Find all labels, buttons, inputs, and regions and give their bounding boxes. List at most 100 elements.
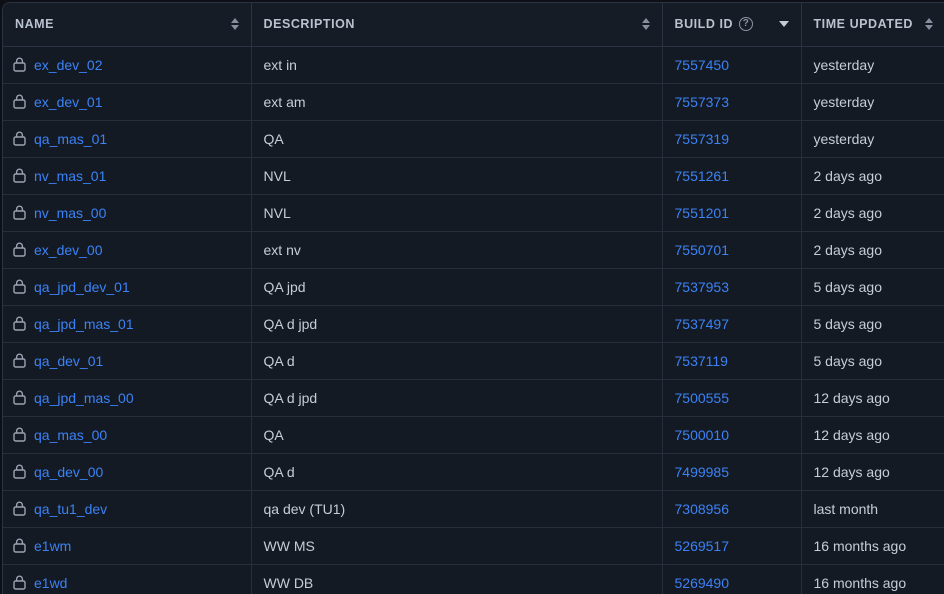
table-header: NAME DESCRIPTION BUILD ID ? TIME UPDATED [3,3,944,47]
cell-build-id: 7537497 [662,305,802,343]
repository-link[interactable]: e1wd [34,575,67,591]
table-body: ex_dev_02 ext in 7557450 yesterday ex_dev_01… [3,46,944,594]
repository-link[interactable]: ex_dev_02 [34,57,103,73]
table-row[interactable]: qa_tu1_dev qa dev (TU1) 7308956 last month [3,490,944,528]
repository-link[interactable]: ex_dev_00 [34,242,103,258]
cell-description: QA d [251,453,663,491]
cell-time-updated: yesterday [801,46,944,84]
sort-descending-icon-build-id[interactable] [778,21,789,28]
build-id-link[interactable]: 7308956 [675,501,730,517]
column-header-time-updated-label: TIME UPDATED [813,17,913,32]
data-table-container: NAME DESCRIPTION BUILD ID ? TIME UPDATED… [2,2,944,594]
cell-description: ext nv [251,231,663,269]
repository-link[interactable]: qa_mas_01 [34,131,107,147]
repository-link[interactable]: qa_jpd_mas_00 [34,390,134,406]
cell-description: QA d jpd [251,379,663,417]
cell-name: e1wm [3,527,252,565]
build-id-link[interactable]: 7500010 [675,427,730,443]
cell-description: QA [251,416,663,454]
cell-build-id: 7537953 [662,268,802,306]
column-header-description[interactable]: DESCRIPTION [251,3,663,47]
cell-description: QA [251,120,663,158]
sort-both-icon-time-updated[interactable] [925,18,933,31]
cell-name: qa_dev_00 [3,453,252,491]
cell-time-updated: 5 days ago [801,305,944,343]
cell-build-id: 7557319 [662,120,802,158]
repository-link[interactable]: qa_dev_00 [34,464,103,480]
lock-icon [13,316,26,331]
table-row[interactable]: qa_jpd_mas_00 QA d jpd 7500555 12 days ago [3,379,944,417]
column-header-name-label: NAME [15,17,55,32]
table-row[interactable]: qa_mas_01 QA 7557319 yesterday [3,120,944,158]
cell-time-updated: 2 days ago [801,194,944,232]
sort-both-icon-name[interactable] [230,18,239,31]
cell-build-id: 7550701 [662,231,802,269]
repository-link[interactable]: nv_mas_01 [34,168,106,184]
build-id-link[interactable]: 7537953 [675,279,730,295]
build-id-link[interactable]: 7557450 [675,57,730,73]
cell-build-id: 7557450 [662,46,802,84]
lock-icon [13,427,26,442]
repository-link[interactable]: qa_dev_01 [34,353,103,369]
lock-icon [13,131,26,146]
column-header-name[interactable]: NAME [3,3,252,47]
table-row[interactable]: nv_mas_00 NVL 7551201 2 days ago [3,194,944,232]
table-row[interactable]: qa_dev_00 QA d 7499985 12 days ago [3,453,944,491]
cell-build-id: 7551261 [662,157,802,195]
cell-description: NVL [251,157,663,195]
table-row[interactable]: qa_jpd_mas_01 QA d jpd 7537497 5 days ago [3,305,944,343]
cell-description: ext am [251,83,663,121]
build-id-link[interactable]: 5269490 [675,575,730,591]
build-id-link[interactable]: 5269517 [675,538,730,554]
build-id-link[interactable]: 7557373 [675,94,730,110]
cell-time-updated: 12 days ago [801,379,944,417]
sort-both-icon-description[interactable] [641,18,650,31]
cell-time-updated: 2 days ago [801,157,944,195]
build-id-link[interactable]: 7537497 [675,316,730,332]
table-row[interactable]: qa_dev_01 QA d 7537119 5 days ago [3,342,944,380]
repository-link[interactable]: e1wm [34,538,71,554]
cell-description: WW DB [251,564,663,594]
cell-description: QA jpd [251,268,663,306]
cell-build-id: 7551201 [662,194,802,232]
table-row[interactable]: ex_dev_01 ext am 7557373 yesterday [3,83,944,121]
build-id-link[interactable]: 7551261 [675,168,730,184]
lock-icon [13,168,26,183]
build-id-link[interactable]: 7550701 [675,242,730,258]
cell-time-updated: 12 days ago [801,453,944,491]
repository-link[interactable]: qa_jpd_dev_01 [34,279,130,295]
help-circle-icon[interactable]: ? [739,17,754,32]
table-row[interactable]: qa_mas_00 QA 7500010 12 days ago [3,416,944,454]
table-row[interactable]: ex_dev_00 ext nv 7550701 2 days ago [3,231,944,269]
build-id-link[interactable]: 7500555 [675,390,730,406]
table-row[interactable]: nv_mas_01 NVL 7551261 2 days ago [3,157,944,195]
cell-time-updated: 12 days ago [801,416,944,454]
build-id-link[interactable]: 7551201 [675,205,730,221]
build-id-link[interactable]: 7557319 [675,131,730,147]
cell-build-id: 5269517 [662,527,802,565]
build-id-link[interactable]: 7499985 [675,464,730,480]
table-row[interactable]: e1wd WW DB 5269490 16 months ago [3,564,944,594]
repository-link[interactable]: qa_mas_00 [34,427,107,443]
build-id-link[interactable]: 7537119 [675,353,728,369]
repository-link[interactable]: ex_dev_01 [34,94,103,110]
repository-link[interactable]: nv_mas_00 [34,205,106,221]
repository-link[interactable]: qa_tu1_dev [34,501,107,517]
lock-icon [13,575,26,590]
cell-name: e1wd [3,564,252,594]
repository-link[interactable]: qa_jpd_mas_01 [34,316,134,332]
cell-name: qa_mas_00 [3,416,252,454]
column-header-build-id[interactable]: BUILD ID ? [662,3,802,47]
cell-time-updated: 16 months ago [801,527,944,565]
page-root: NAME DESCRIPTION BUILD ID ? TIME UPDATED… [0,0,944,594]
table-row[interactable]: qa_jpd_dev_01 QA jpd 7537953 5 days ago [3,268,944,306]
column-header-time-updated[interactable]: TIME UPDATED [801,3,944,47]
lock-icon [13,94,26,109]
cell-time-updated: 16 months ago [801,564,944,594]
lock-icon [13,390,26,405]
cell-time-updated: 5 days ago [801,268,944,306]
lock-icon [13,353,26,368]
cell-build-id: 7500555 [662,379,802,417]
table-row[interactable]: ex_dev_02 ext in 7557450 yesterday [3,46,944,84]
table-row[interactable]: e1wm WW MS 5269517 16 months ago [3,527,944,565]
